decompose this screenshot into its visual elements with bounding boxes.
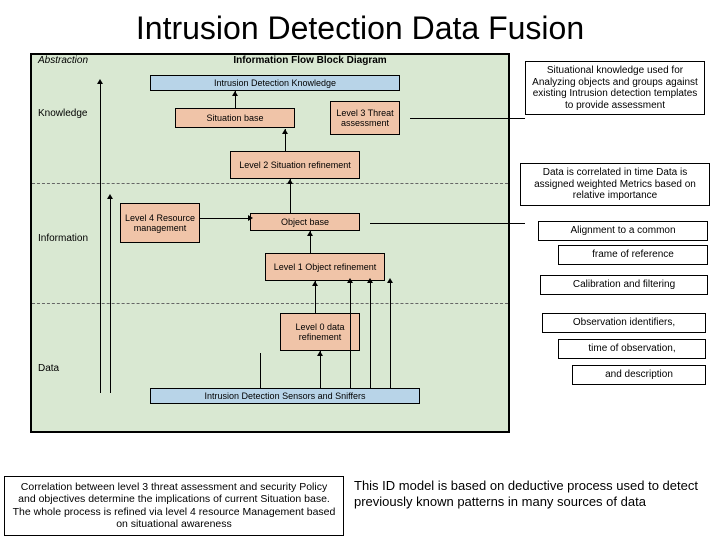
bottom-row: Correlation between level 3 threat asses… xyxy=(4,476,716,536)
arrow-head xyxy=(312,281,318,286)
annot-correlated: Data is correlated in time Data is assig… xyxy=(520,163,710,206)
label-data: Data xyxy=(38,363,59,374)
annot-calibration: Calibration and filtering xyxy=(540,275,708,295)
arrow-v xyxy=(350,281,351,388)
page-title: Intrusion Detection Data Fusion xyxy=(0,0,720,53)
arrow-head xyxy=(232,91,238,96)
label-information: Information xyxy=(38,233,88,244)
annot-obs-a: Observation identifiers, xyxy=(542,313,706,333)
arrow-head xyxy=(282,129,288,134)
block-l2: Level 2 Situation refinement xyxy=(230,151,360,179)
dash-line-1 xyxy=(32,183,508,184)
arrow-left-mid xyxy=(110,198,111,393)
block-situation-base: Situation base xyxy=(175,108,295,128)
arrow-head xyxy=(347,278,353,283)
connector xyxy=(370,223,525,224)
arrow-left-long xyxy=(100,83,101,393)
annot-alignment-b: frame of reference xyxy=(558,245,708,265)
annot-alignment-a: Alignment to a common xyxy=(538,221,708,241)
annot-obs-c: and description xyxy=(572,365,706,385)
block-l4: Level 4 Resource management xyxy=(120,203,200,243)
arrow-head xyxy=(97,79,103,84)
diagram-header: Information Flow Block Diagram xyxy=(32,55,508,71)
label-knowledge: Knowledge xyxy=(38,108,87,119)
arrow-v xyxy=(390,281,391,388)
diagram-container: Abstraction Information Flow Block Diagr… xyxy=(10,53,710,453)
arrow-head xyxy=(317,351,323,356)
arrow-head xyxy=(387,278,393,283)
arrow-v xyxy=(320,351,321,388)
arrow-head xyxy=(307,231,313,236)
dash-line-2 xyxy=(32,303,508,304)
arrow-h xyxy=(200,218,250,219)
annot-situational: Situational knowledge used for Analyzing… xyxy=(525,61,705,115)
block-object-base: Object base xyxy=(250,213,360,231)
block-l1: Level 1 Object refinement xyxy=(265,253,385,281)
block-sensors: Intrusion Detection Sensors and Sniffers xyxy=(150,388,420,404)
annot-obs-b: time of observation, xyxy=(558,339,706,359)
arrow-v xyxy=(370,281,371,388)
block-l0: Level 0 data refinement xyxy=(280,313,360,351)
arrow-head xyxy=(287,179,293,184)
block-l3: Level 3 Threat assessment xyxy=(330,101,400,135)
bottom-right-note: This ID model is based on deductive proc… xyxy=(354,476,716,536)
arrow-head xyxy=(107,194,113,199)
arrow-head xyxy=(248,215,253,221)
arrow-v xyxy=(290,179,291,213)
arrow-head xyxy=(367,278,373,283)
bottom-left-note: Correlation between level 3 threat asses… xyxy=(4,476,344,536)
arrow-v xyxy=(260,353,261,388)
block-idk: Intrusion Detection Knowledge xyxy=(150,75,400,91)
connector xyxy=(410,118,525,119)
